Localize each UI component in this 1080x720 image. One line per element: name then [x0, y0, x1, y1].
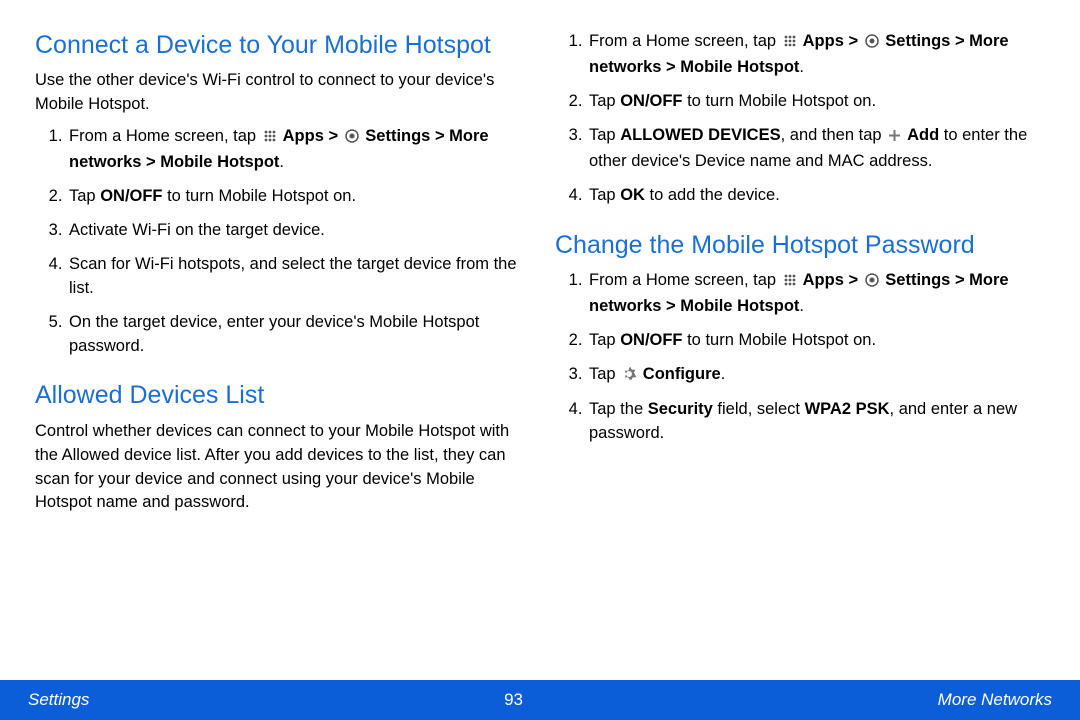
allowed-steps: From a Home screen, tap Apps > Settings … [555, 30, 1045, 208]
left-column: Connect a Device to Your Mobile Hotspot … [35, 30, 525, 670]
apps-icon [263, 127, 277, 151]
bold-allowed: ALLOWED DEVICES [620, 126, 780, 144]
text: . [799, 58, 804, 76]
changepwd-steps: From a Home screen, tap Apps > Settings … [555, 269, 1045, 447]
text: . [721, 365, 726, 383]
footer-left: Settings [28, 690, 89, 710]
bold-onoff: ON/OFF [620, 92, 682, 110]
text: Tap [589, 92, 620, 110]
text: to turn Mobile Hotspot on. [163, 187, 357, 205]
heading-allowed: Allowed Devices List [35, 380, 525, 411]
settings-icon [865, 32, 879, 56]
bold-apps: Apps > [799, 271, 863, 289]
bold-onoff: ON/OFF [620, 331, 682, 349]
text: to turn Mobile Hotspot on. [683, 331, 877, 349]
text: Tap [589, 365, 620, 383]
bold-apps: Apps > [279, 127, 343, 145]
bold-apps: Apps > [799, 32, 863, 50]
plus-icon [888, 126, 901, 150]
bold-configure: Configure [638, 365, 721, 383]
connect-step-1: From a Home screen, tap Apps > Settings … [67, 125, 525, 175]
page-number: 93 [504, 690, 523, 710]
intro-allowed: Control whether devices can connect to y… [35, 420, 525, 516]
bold-security: Security [648, 400, 713, 418]
text: Tap [589, 331, 620, 349]
allowed-step-4: Tap OK to add the device. [587, 184, 1045, 208]
intro-connect: Use the other device's Wi-Fi control to … [35, 69, 525, 117]
text: Tap [589, 126, 620, 144]
allowed-step-3: Tap ALLOWED DEVICES, and then tap Add to… [587, 124, 1045, 174]
text: From a Home screen, tap [589, 32, 781, 50]
bold-wpa2: WPA2 PSK [805, 400, 890, 418]
text: From a Home screen, tap [69, 127, 261, 145]
text: Tap the [589, 400, 648, 418]
connect-steps: From a Home screen, tap Apps > Settings … [35, 125, 525, 358]
text: . [799, 297, 804, 315]
text: Tap [589, 186, 620, 204]
bold-add: Add [903, 126, 939, 144]
allowed-step-2: Tap ON/OFF to turn Mobile Hotspot on. [587, 90, 1045, 114]
right-column: From a Home screen, tap Apps > Settings … [555, 30, 1045, 670]
apps-icon [783, 271, 797, 295]
changepwd-step-3: Tap Configure. [587, 363, 1045, 389]
text: to add the device. [645, 186, 780, 204]
connect-step-4: Scan for Wi-Fi hotspots, and select the … [67, 253, 525, 301]
changepwd-step-4: Tap the Security field, select WPA2 PSK,… [587, 398, 1045, 446]
heading-change-pwd: Change the Mobile Hotspot Password [555, 230, 1045, 261]
text: to turn Mobile Hotspot on. [683, 92, 877, 110]
text: , and then tap [781, 126, 887, 144]
text: field, select [713, 400, 805, 418]
gear-icon [622, 365, 636, 389]
changepwd-step-2: Tap ON/OFF to turn Mobile Hotspot on. [587, 329, 1045, 353]
text: . [279, 153, 284, 171]
apps-icon [783, 32, 797, 56]
footer-right: More Networks [938, 690, 1052, 710]
settings-icon [865, 271, 879, 295]
page-content: Connect a Device to Your Mobile Hotspot … [0, 0, 1080, 680]
bold-ok: OK [620, 186, 645, 204]
connect-step-2: Tap ON/OFF to turn Mobile Hotspot on. [67, 185, 525, 209]
connect-step-3: Activate Wi-Fi on the target device. [67, 219, 525, 243]
text: From a Home screen, tap [589, 271, 781, 289]
changepwd-step-1: From a Home screen, tap Apps > Settings … [587, 269, 1045, 319]
settings-icon [345, 127, 359, 151]
bold-onoff: ON/OFF [100, 187, 162, 205]
page-footer: Settings 93 More Networks [0, 680, 1080, 720]
text: Tap [69, 187, 100, 205]
heading-connect: Connect a Device to Your Mobile Hotspot [35, 30, 525, 61]
connect-step-5: On the target device, enter your device'… [67, 311, 525, 359]
allowed-step-1: From a Home screen, tap Apps > Settings … [587, 30, 1045, 80]
